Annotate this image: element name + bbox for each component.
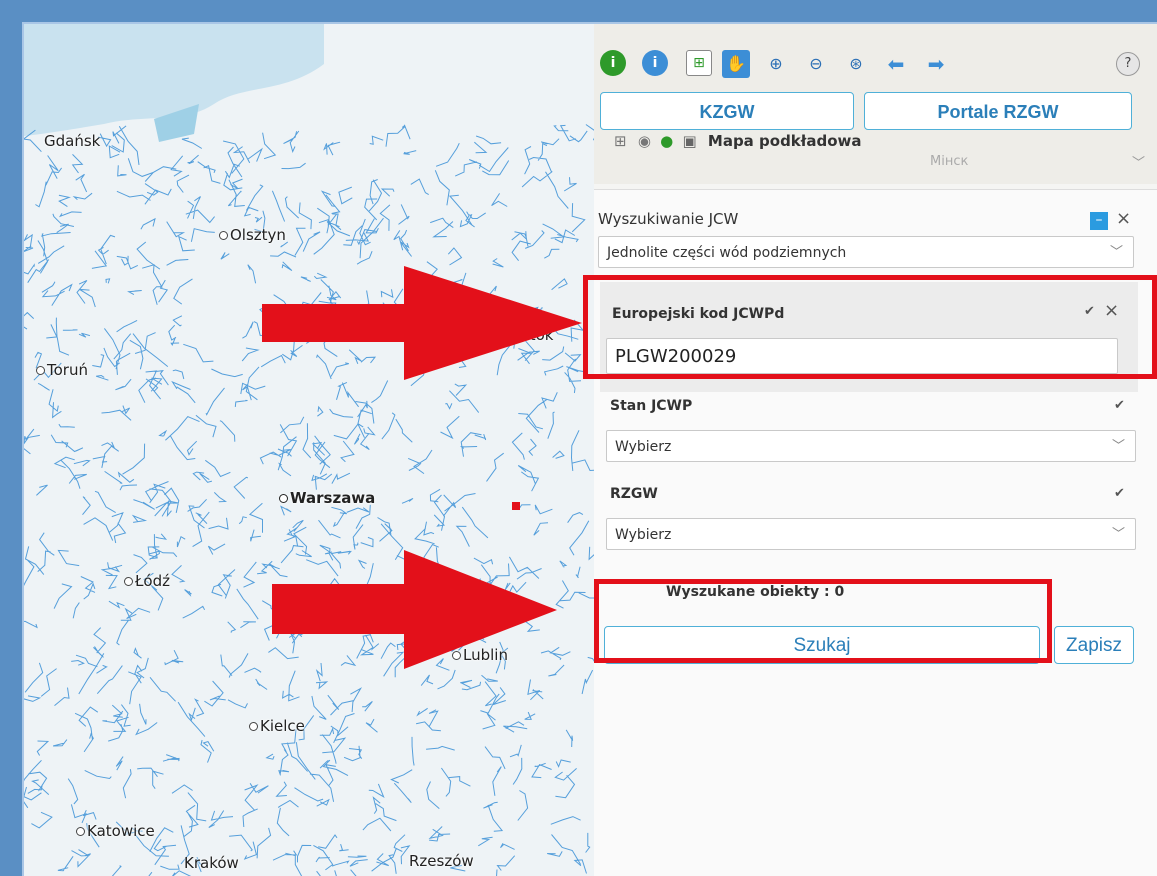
chevron-down-icon: ﹀ xyxy=(1111,439,1125,454)
chevron-down-icon[interactable]: ﹀ xyxy=(1132,152,1145,171)
city-label-kielce: Kielce xyxy=(249,717,305,735)
right-panel: i i ⊞ ✋ ⊕ ⊖ ⊛ ⬅ ➡ ? KZGW Portale RZGW ⊞ … xyxy=(594,24,1157,876)
info-icon[interactable]: i xyxy=(642,50,668,76)
city-dot-icon xyxy=(219,231,228,240)
city-label-lodz: Łódź xyxy=(124,572,170,590)
pan-hand-icon[interactable]: ✋ xyxy=(722,50,750,78)
search-title: Wyszukiwanie JCW xyxy=(598,210,739,228)
radio-icon[interactable]: ◉ xyxy=(638,132,651,150)
toolbar-area: i i ⊞ ✋ ⊕ ⊖ ⊛ ⬅ ➡ ? KZGW Portale RZGW ⊞ … xyxy=(594,24,1157,184)
highlight-box-code xyxy=(583,275,1157,379)
help-icon[interactable]: ? xyxy=(1116,52,1140,76)
select-area-icon[interactable]: ⊞ xyxy=(686,50,712,76)
zoom-in-icon[interactable]: ⊕ xyxy=(762,50,790,78)
city-label-torun: Toruń xyxy=(36,361,88,379)
check-icon[interactable]: ✔ xyxy=(1114,486,1125,501)
back-arrow-icon[interactable]: ⬅ xyxy=(882,50,910,78)
arrow-icon xyxy=(272,550,557,669)
minimize-icon[interactable]: – xyxy=(1090,212,1108,230)
rzgw-label: RZGW xyxy=(610,486,658,502)
save-button[interactable]: Zapisz xyxy=(1054,626,1134,664)
layer-icon: ▣ xyxy=(682,132,697,150)
map-label-minsk: Мінск xyxy=(930,154,969,169)
window-frame: Gdańsk Olsztyn Toruń ystok Warszawa Łódź… xyxy=(0,0,1157,876)
stan-select[interactable]: Wybierz ﹀ xyxy=(606,430,1136,462)
rzgw-select[interactable]: Wybierz ﹀ xyxy=(606,518,1136,550)
city-dot-icon xyxy=(36,366,45,375)
city-label-rzeszow: Rzeszów xyxy=(409,852,474,870)
check-icon[interactable]: ✔ xyxy=(1114,398,1125,413)
city-label-krakow: Kraków xyxy=(184,854,239,872)
city-label-warszawa: Warszawa xyxy=(279,489,375,507)
map-canvas[interactable] xyxy=(24,24,594,876)
zoom-extent-icon[interactable]: ⊛ xyxy=(842,50,870,78)
arrow-icon xyxy=(262,266,582,380)
map-marker[interactable] xyxy=(512,502,520,510)
capital-dot-icon xyxy=(279,494,288,503)
city-label-katowice: Katowice xyxy=(76,822,155,840)
identify-icon[interactable]: i xyxy=(600,50,626,76)
kzgw-link-button[interactable]: KZGW xyxy=(600,92,854,130)
close-icon[interactable]: × xyxy=(1116,208,1131,229)
chevron-down-icon: ﹀ xyxy=(1111,527,1125,542)
zoom-out-icon[interactable]: ⊖ xyxy=(802,50,830,78)
chevron-down-icon: ﹀ xyxy=(1109,245,1123,260)
city-dot-icon xyxy=(249,722,258,731)
stan-label: Stan JCWP xyxy=(610,398,693,414)
status-dot-icon: ● xyxy=(660,132,674,150)
expand-plus-icon[interactable]: ⊞ xyxy=(614,132,627,150)
type-select[interactable]: Jednolite części wód podziemnych ﹀ xyxy=(598,236,1134,268)
layer-row-mapa[interactable]: ⊞ ◉ ● ▣ Mapa podkładowa xyxy=(614,132,862,150)
forward-arrow-icon[interactable]: ➡ xyxy=(922,50,950,78)
city-dot-icon xyxy=(76,827,85,836)
portale-rzgw-link-button[interactable]: Portale RZGW xyxy=(864,92,1132,130)
city-dot-icon xyxy=(124,577,133,586)
map-view[interactable]: Gdańsk Olsztyn Toruń ystok Warszawa Łódź… xyxy=(24,24,594,876)
highlight-box-search xyxy=(594,579,1052,663)
city-label-gdansk: Gdańsk xyxy=(44,132,101,150)
app-viewport: Gdańsk Olsztyn Toruń ystok Warszawa Łódź… xyxy=(22,22,1157,876)
city-label-olsztyn: Olsztyn xyxy=(219,226,286,244)
